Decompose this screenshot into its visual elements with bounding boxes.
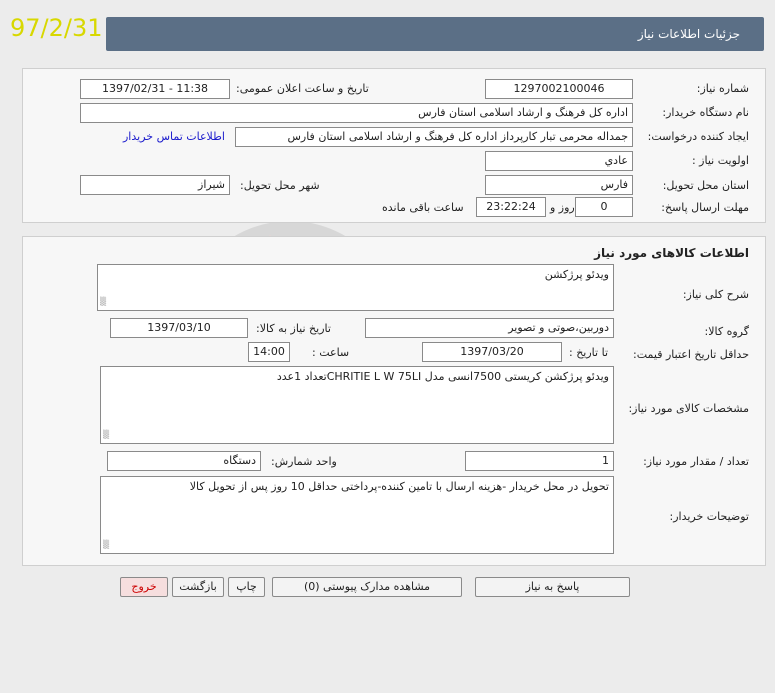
specs-label: مشخصات کالای مورد نیاز:	[628, 402, 749, 415]
time-remaining-field: 23:22:24	[476, 197, 546, 217]
remaining-label: ساعت باقی مانده	[382, 201, 464, 214]
city-field: شیراز	[80, 175, 230, 195]
days-field: 0	[575, 197, 633, 217]
hour-label: ساعت :	[312, 346, 350, 359]
buyer-notes-label: توضیحات خریدار:	[669, 510, 750, 523]
creator-field: جمداله محرمی تبار کارپرداز اداره کل فرهن…	[235, 127, 633, 147]
priority-label: اولویت نیاز :	[691, 154, 749, 167]
desc-text: ویدئو پرژکشن	[544, 268, 609, 281]
resize-grip-icon[interactable]: ▒	[103, 427, 109, 442]
group-field: دوربین،صوتی و تصویر	[365, 318, 614, 338]
respond-button[interactable]: پاسخ به نیاز	[475, 577, 630, 597]
price-validity-label: حداقل تاریخ اعتبار قیمت:	[633, 348, 749, 361]
header-bar: جزئیات اطلاعات نیاز	[106, 17, 764, 51]
goods-section-title: اطلاعات کالاهای مورد نیاز	[594, 246, 749, 260]
deadline-label: مهلت ارسال پاسخ:	[661, 201, 749, 214]
creator-label: ایجاد کننده درخواست:	[647, 130, 749, 143]
priority-field: عادي	[485, 151, 633, 171]
hour-field: 14:00	[248, 342, 290, 362]
print-button[interactable]: چاپ	[228, 577, 265, 597]
until-label: تا تاریخ :	[569, 346, 608, 359]
qty-label: تعداد / مقدار مورد نیاز:	[643, 455, 749, 468]
specs-text: ویدئو پرژکشن کریستی 7500انسی مدل CHRITIE…	[276, 370, 609, 383]
resize-grip-icon[interactable]: ▒	[103, 537, 109, 552]
buyer-notes-text: تحویل در محل خریدار -هزینه ارسال با تامی…	[189, 480, 609, 493]
province-field: فارس	[485, 175, 633, 195]
contact-buyer-link[interactable]: اطلاعات تماس خریدار	[123, 130, 225, 143]
buyer-label: نام دستگاه خریدار:	[662, 106, 749, 119]
page-title: جزئیات اطلاعات نیاز	[637, 27, 740, 41]
need-date-label: تاریخ نیاز به کالا:	[256, 322, 331, 335]
date-stamp: 97/2/31	[10, 14, 103, 42]
until-date-field: 1397/03/20	[422, 342, 562, 362]
group-label: گروه کالا:	[704, 325, 749, 338]
city-label: شهر محل تحویل:	[240, 179, 320, 192]
announce-label: تاریخ و ساعت اعلان عمومی:	[236, 82, 369, 95]
desc-textarea: ویدئو پرژکشن ▒	[97, 264, 614, 311]
province-label: استان محل تحویل:	[662, 179, 749, 192]
qty-field: 1	[465, 451, 614, 471]
resize-grip-icon[interactable]: ▒	[100, 294, 106, 309]
need-number-label: شماره نیاز:	[696, 82, 749, 95]
specs-textarea: ویدئو پرژکشن کریستی 7500انسی مدل CHRITIE…	[100, 366, 614, 444]
buyer-notes-textarea: تحویل در محل خریدار -هزینه ارسال با تامی…	[100, 476, 614, 554]
announce-field: 1397/02/31 - 11:38	[80, 79, 230, 99]
back-button[interactable]: بازگشت	[172, 577, 224, 597]
need-date-field: 1397/03/10	[110, 318, 248, 338]
unit-field: دستگاه	[107, 451, 261, 471]
desc-label: شرح کلی نیاز:	[682, 288, 749, 301]
view-attachments-button[interactable]: مشاهده مدارک پیوستی (0)	[272, 577, 462, 597]
buyer-field: اداره کل فرهنگ و ارشاد اسلامی استان فارس	[80, 103, 633, 123]
need-number-field: 1297002100046	[485, 79, 633, 99]
exit-button[interactable]: خروج	[120, 577, 168, 597]
days-label: روز و	[550, 201, 575, 214]
unit-label: واحد شمارش:	[271, 455, 337, 468]
